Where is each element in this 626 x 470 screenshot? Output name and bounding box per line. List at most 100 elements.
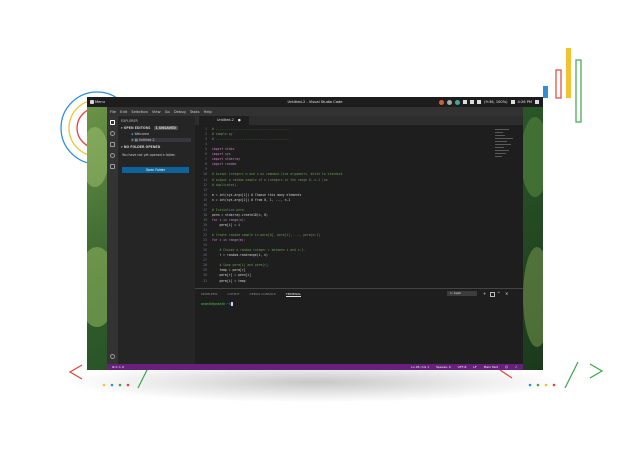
tab-output[interactable]: OUTPUT <box>227 292 239 296</box>
sidebar-title: EXPLORER <box>121 119 138 123</box>
volume-icon[interactable] <box>470 100 475 104</box>
code-line[interactable]: r = random.randrange(i, n) <box>212 253 267 257</box>
code-line[interactable]: # --------------------------------------… <box>212 127 290 131</box>
top-panel: Menu Untitled-2 - Visual Studio Code (9:… <box>87 97 543 107</box>
app-indicator-icon[interactable] <box>439 99 445 105</box>
code-line[interactable]: perm[i] = temp <box>212 279 245 283</box>
code-line[interactable]: import sys <box>212 152 231 156</box>
line-number: 24 <box>203 243 207 248</box>
extensions-icon[interactable] <box>110 164 115 169</box>
line-number: 1 <box>205 127 207 131</box>
battery-status: (9:36, 100%) <box>484 100 508 104</box>
menu-debug[interactable]: Debug <box>174 110 186 114</box>
code-line[interactable]: perm = stdarray.create1D(n, 0) <box>212 213 268 217</box>
add-terminal-icon[interactable]: + <box>483 291 487 296</box>
close-panel-icon[interactable]: ✕ <box>505 291 508 296</box>
battery-icon[interactable] <box>477 100 482 104</box>
code-line[interactable]: # Accept integers m and n as command-lin… <box>212 172 342 176</box>
line-number: 8 <box>205 162 207 167</box>
line-number: 13 <box>203 187 207 192</box>
tab-terminal[interactable]: TERMINAL <box>285 292 302 297</box>
tab-untitled-2[interactable]: Untitled-2 ● <box>199 116 249 125</box>
menu-file[interactable]: File <box>110 110 116 114</box>
no-folder-header[interactable]: ▾ NO FOLDER OPENED <box>121 145 160 149</box>
power-icon[interactable] <box>535 100 539 104</box>
menu-selection[interactable]: Selection <box>131 110 148 114</box>
minimap[interactable] <box>495 127 517 167</box>
line-number: 10 <box>203 172 207 177</box>
code-line[interactable]: # output a random sample of m integers i… <box>212 178 327 182</box>
files-icon[interactable] <box>110 120 115 125</box>
code-editor[interactable]: 1 # -------------------------------------… <box>195 127 495 287</box>
code-line[interactable]: perm[r] = perm[i] <box>212 273 251 277</box>
tab-problems[interactable]: PROBLEMS <box>201 292 217 296</box>
prompt-user: ananth@ananth <box>201 302 226 306</box>
bell-icon[interactable]: ♪ <box>515 365 517 369</box>
no-folder-message: You have not yet opened a folder. <box>122 153 176 157</box>
open-editor-label: Untitled-2 <box>138 138 155 142</box>
settings-gear-icon[interactable] <box>110 354 115 359</box>
line-number: 23 <box>203 238 207 243</box>
debug-icon[interactable] <box>110 153 115 158</box>
terminal-select[interactable]: 1: bash <box>447 291 477 296</box>
bars-decoration <box>543 48 582 123</box>
code-line[interactable]: m = int(sys.argv[1]) # Choose this many … <box>212 193 301 197</box>
no-folder-label: NO FOLDER OPENED <box>123 145 161 149</box>
status-language[interactable]: Plain Text <box>484 365 498 369</box>
code-line[interactable]: import stdio <box>212 147 234 151</box>
code-line[interactable]: # --------------------------------------… <box>212 137 290 141</box>
chevron-up-icon[interactable]: ^ <box>497 291 500 296</box>
bottom-panel: PROBLEMS OUTPUT DEBUG CONSOLE TERMINAL 1… <box>195 288 523 365</box>
menu-help[interactable]: Help <box>204 110 212 114</box>
menu-edit[interactable]: Edit <box>120 110 127 114</box>
code-line[interactable]: perm[i] = i <box>212 223 240 227</box>
tab-label: Untitled-2 <box>217 118 234 122</box>
prompt-path: :~$ <box>225 302 231 306</box>
code-line[interactable]: # sample.py <box>212 132 233 136</box>
line-number: 9 <box>205 167 207 172</box>
status-line-ending[interactable]: LF <box>473 365 476 369</box>
line-number: 29 <box>203 268 207 273</box>
code-line[interactable]: n = int(sys.argv[2]) # from 0, 1, ..., n… <box>212 198 290 202</box>
status-bar: ⊗ 0 ⚠ 0 Ln 45, Col 1 Spaces: 4 UTF-8 LF … <box>107 364 523 370</box>
unsaved-dot-icon[interactable]: ● <box>238 118 241 122</box>
code-line[interactable]: temp = perm[r] <box>212 268 245 272</box>
code-line[interactable]: import stdarray <box>212 157 240 161</box>
open-editor-item[interactable]: ◆ Welcome <box>131 132 149 136</box>
line-number: 5 <box>205 147 207 152</box>
network-icon[interactable] <box>463 100 468 104</box>
app-indicator-icon[interactable] <box>455 99 461 105</box>
code-line[interactable]: # duplicates). <box>212 183 238 187</box>
open-editors-header[interactable]: ▾ OPEN EDITORS 1 UNSAVED <box>121 126 178 130</box>
status-encoding[interactable]: UTF-8 <box>458 365 467 369</box>
problems-count[interactable]: ⊗ 0 ⚠ 0 <box>112 364 124 370</box>
code-line[interactable]: # Create random sample in perm[0], perm[… <box>212 233 320 237</box>
menu-go[interactable]: Go <box>165 110 170 114</box>
editor-tabs: Untitled-2 ● <box>195 116 523 125</box>
code-line[interactable]: # Initialize perm. <box>212 208 246 212</box>
line-number: 31 <box>203 278 207 283</box>
line-number: 11 <box>203 177 207 182</box>
code-line[interactable]: # Choose a random integer r between i an… <box>212 248 305 252</box>
smiley-icon[interactable]: ☺ <box>505 365 508 369</box>
tab-debug-console[interactable]: DEBUG CONSOLE <box>250 292 276 296</box>
kill-terminal-icon[interactable] <box>490 292 495 297</box>
search-icon[interactable] <box>110 131 115 136</box>
app-indicator-icon[interactable] <box>447 99 453 105</box>
code-line[interactable]: # Swap perm[i] and perm[r]. <box>212 263 269 267</box>
code-line[interactable]: for i in range(m): <box>212 238 246 242</box>
system-tray: (9:36, 100%) 4:26 PM <box>439 99 539 105</box>
line-number: 18 <box>203 212 207 217</box>
open-folder-button[interactable]: Open Folder <box>122 167 189 173</box>
menu-view[interactable]: View <box>152 110 161 114</box>
terminal-prompt[interactable]: ananth@ananth:~$ <box>201 302 233 306</box>
status-cursor-position[interactable]: Ln 45, Col 1 <box>411 365 429 369</box>
clock[interactable]: 4:26 PM <box>518 100 532 104</box>
open-editor-item[interactable]: ✕ ▤ Untitled-2 <box>131 138 191 142</box>
code-line[interactable]: import random <box>212 162 236 166</box>
sound-icon[interactable] <box>510 100 515 104</box>
status-indentation[interactable]: Spaces: 4 <box>436 365 451 369</box>
source-control-icon[interactable] <box>110 142 115 147</box>
code-line[interactable]: for i in range(n): <box>212 218 246 222</box>
menu-tasks[interactable]: Tasks <box>190 110 200 114</box>
